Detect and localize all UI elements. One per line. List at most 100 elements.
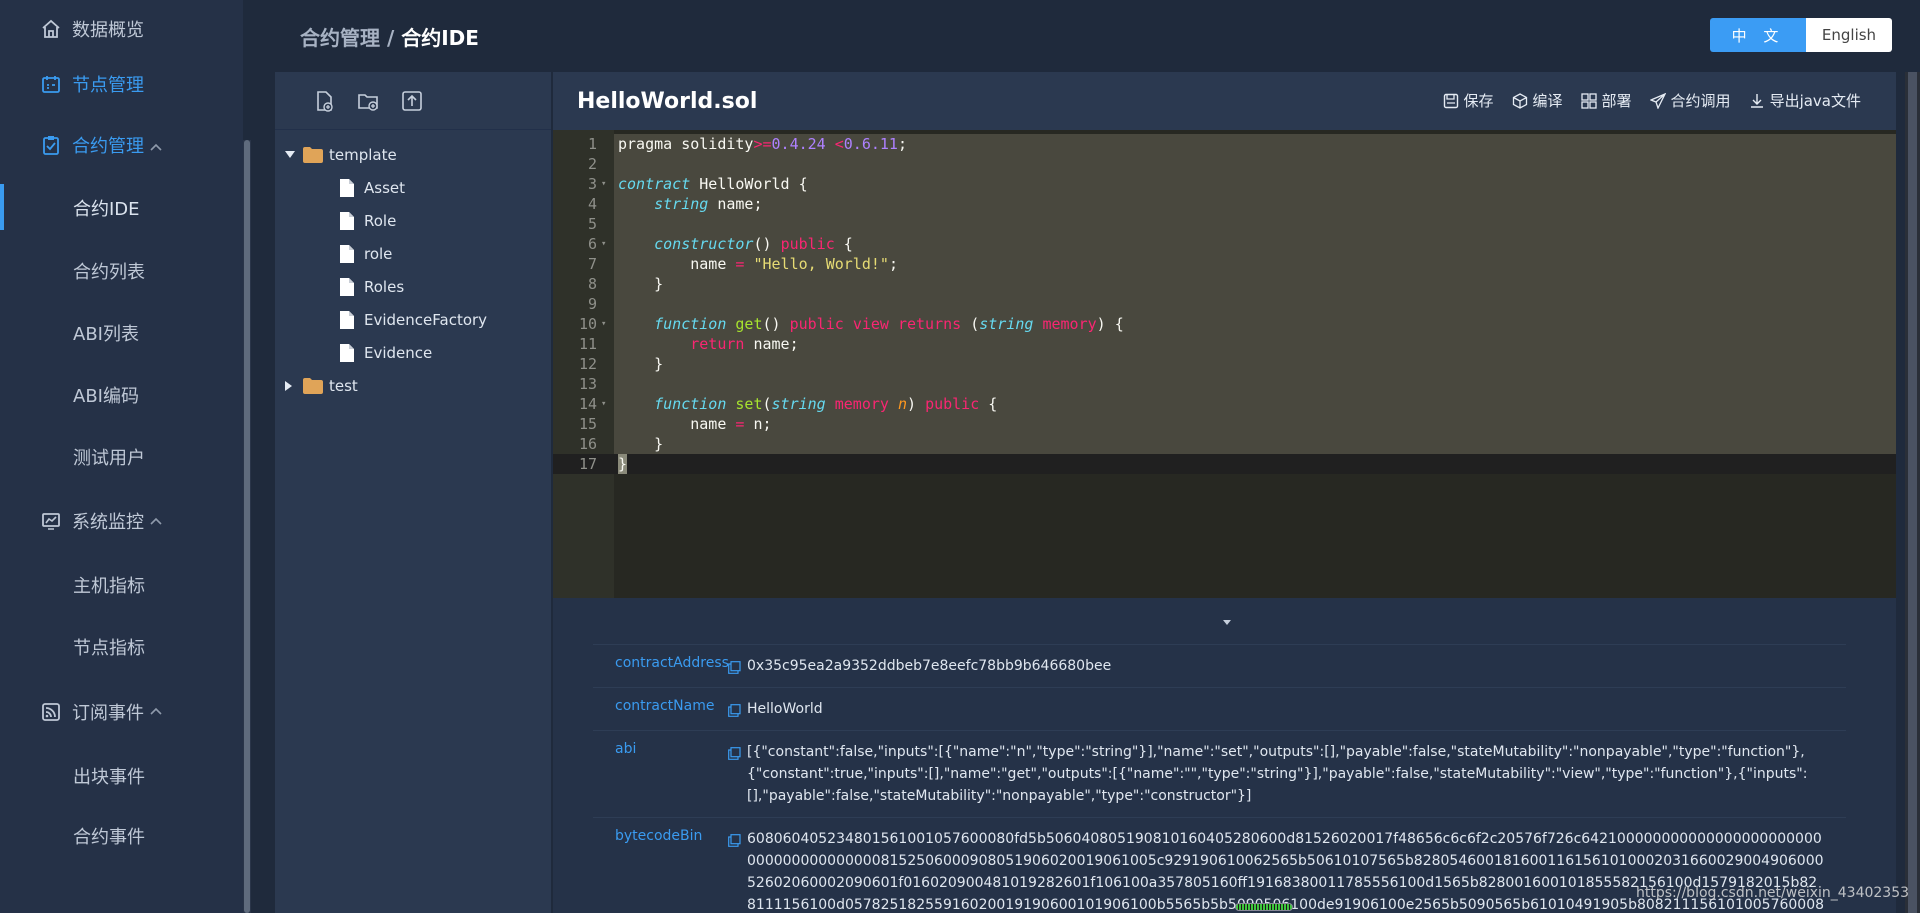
code-line: 12 } — [578, 355, 664, 373]
tree-toolbar — [275, 72, 551, 130]
tree-node-label: EvidenceFactory — [364, 310, 488, 329]
tree-node-label: Evidence — [364, 343, 433, 362]
file-icon — [340, 277, 354, 296]
sub-item-label: 合约列表 — [73, 262, 145, 283]
lang-chinese-button[interactable]: 中 文 — [1710, 18, 1806, 52]
tree-file-evidencefactory[interactable]: EvidenceFactory — [275, 303, 551, 336]
send-icon — [1649, 92, 1666, 109]
code-editor[interactable]: 1 pragma solidity>=0.4.24 <0.6.11; 2 3 ▾ co… — [553, 130, 1896, 598]
code-line: 4 string name; — [587, 195, 763, 213]
tree-file-evidence[interactable]: Evidence — [275, 336, 551, 369]
language-switch: 中 文 English — [1710, 18, 1892, 52]
sub-item-test-user[interactable]: 测试用户 — [0, 426, 243, 488]
breadcrumb-separator: / — [380, 26, 402, 50]
breadcrumb: 合约管理 / 合约IDE — [300, 22, 479, 51]
menu-item-overview[interactable]: 数据概览 — [0, 0, 243, 58]
file-icon — [340, 178, 354, 197]
tree-file-asset[interactable]: Asset — [275, 171, 551, 204]
menu-item-contract-management[interactable]: 合约管理 — [0, 114, 243, 176]
menu-item-label: 合约管理 — [72, 136, 144, 157]
tree-node-label: Asset — [364, 178, 406, 197]
chevron-up-icon — [149, 136, 163, 157]
sidebar-scrollbar-thumb[interactable] — [244, 140, 250, 913]
new-file-icon[interactable] — [313, 90, 335, 112]
collapse-caret-icon[interactable] — [1223, 620, 1231, 625]
export-java-button[interactable]: 导出java文件 — [1749, 90, 1861, 111]
page-scrollbar[interactable] — [1905, 72, 1920, 913]
result-value-text: [{"constant":false,"inputs":[{"name":"n"… — [747, 744, 1808, 804]
tree-node-label: test — [329, 376, 358, 395]
tree-file-role[interactable]: Role — [275, 204, 551, 237]
lang-english-button[interactable]: English — [1806, 18, 1892, 52]
file-icon — [340, 244, 354, 263]
sub-item-contract-events[interactable]: 合约事件 — [0, 806, 243, 866]
copy-icon[interactable] — [728, 832, 741, 847]
compile-button[interactable]: 编译 — [1512, 90, 1563, 111]
contract-call-label: 合约调用 — [1670, 92, 1731, 110]
sub-item-abi-encode[interactable]: ABI编码 — [0, 364, 243, 426]
menu-item-node-management[interactable]: 节点管理 — [0, 59, 243, 109]
tree-folder-template[interactable]: template — [275, 138, 551, 171]
editor-filename: HelloWorld.sol — [577, 88, 758, 114]
breadcrumb-parent[interactable]: 合约管理 — [300, 26, 380, 50]
upload-icon[interactable] — [401, 90, 423, 112]
sub-item-host-metrics[interactable]: 主机指标 — [0, 554, 243, 616]
chevron-up-icon — [149, 700, 163, 721]
result-value-text: 0x35c95ea2a9352ddbeb7e8eefc78bb9b646680b… — [747, 658, 1112, 674]
code-line: 6 ▾ constructor() public { — [587, 235, 853, 253]
copy-icon[interactable] — [728, 702, 741, 717]
copy-icon[interactable] — [728, 745, 741, 760]
code-line: 7 name = "Hello, World!"; — [587, 255, 898, 273]
tree-file-roles[interactable]: Roles — [275, 270, 551, 303]
code-line: 13 — [578, 375, 597, 393]
sub-item-abi-list[interactable]: ABI列表 — [0, 302, 243, 364]
result-key: abi — [615, 741, 637, 757]
code-line: 15 name = n; — [578, 415, 772, 433]
tree-node-label: Role — [364, 211, 397, 230]
tree-node-label: Roles — [364, 277, 405, 296]
sub-item-contract-list[interactable]: 合约列表 — [0, 240, 243, 302]
result-value-text: HelloWorld — [747, 701, 823, 717]
tree-node-label: role — [364, 244, 393, 263]
sub-item-node-metrics[interactable]: 节点指标 — [0, 616, 243, 678]
sidebar-scrollbar[interactable] — [243, 140, 251, 913]
editor-header: HelloWorld.sol 保存 编译 部署 合约调用 导出java文件 — [553, 72, 1896, 130]
caret-down-icon[interactable] — [285, 150, 295, 159]
menu-item-label: 数据概览 — [72, 20, 144, 41]
code-line: 14 ▾ function set(string memory n) public… — [578, 395, 998, 413]
code-line: 10 ▾ function get() public view returns (… — [578, 315, 1124, 333]
sub-item-label: 测试用户 — [73, 448, 145, 469]
editor-panel: HelloWorld.sol 保存 编译 部署 合约调用 导出java文件 1 … — [553, 72, 1896, 913]
calendar-icon — [40, 73, 62, 95]
result-row: contractName HelloWorld — [593, 687, 1846, 730]
export-java-label: 导出java文件 — [1769, 92, 1861, 110]
copy-icon[interactable] — [728, 659, 741, 674]
menu-item-system-monitor[interactable]: 系统监控 — [0, 488, 243, 554]
cube-icon — [1512, 92, 1527, 109]
tree-file-role-lower[interactable]: role — [275, 237, 551, 270]
result-table: contractAddress 0x35c95ea2a9352ddbeb7e8e… — [593, 644, 1846, 913]
compile-result-area: contractAddress 0x35c95ea2a9352ddbeb7e8e… — [553, 598, 1896, 913]
rss-icon — [40, 701, 62, 723]
tree-node-label: template — [329, 145, 397, 164]
sub-item-contract-ide[interactable]: 合约IDE — [0, 176, 243, 240]
contract-call-button[interactable]: 合约调用 — [1649, 90, 1731, 111]
monitor-chart-icon — [40, 510, 62, 532]
result-value: HelloWorld — [728, 688, 1846, 730]
code-line: 16 } — [578, 435, 664, 453]
horizontal-scrollbar-thumb[interactable] — [1235, 903, 1293, 911]
tree-folder-test[interactable]: test — [275, 369, 551, 402]
new-folder-icon[interactable] — [357, 90, 379, 112]
menu-item-subscribe-events[interactable]: 订阅事件 — [0, 678, 243, 746]
save-label: 保存 — [1463, 92, 1494, 110]
sub-item-label: 合约事件 — [73, 827, 145, 848]
sub-item-block-events[interactable]: 出块事件 — [0, 746, 243, 806]
page-scrollbar-thumb[interactable] — [1908, 72, 1917, 913]
save-button[interactable]: 保存 — [1443, 90, 1494, 111]
editor-actions: 保存 编译 部署 合约调用 导出java文件 — [1443, 90, 1861, 111]
folder-icon — [303, 377, 323, 394]
caret-right-icon[interactable] — [285, 380, 295, 391]
deploy-button[interactable]: 部署 — [1580, 90, 1632, 111]
clipboard-icon — [40, 134, 62, 156]
chevron-up-icon — [149, 510, 163, 531]
